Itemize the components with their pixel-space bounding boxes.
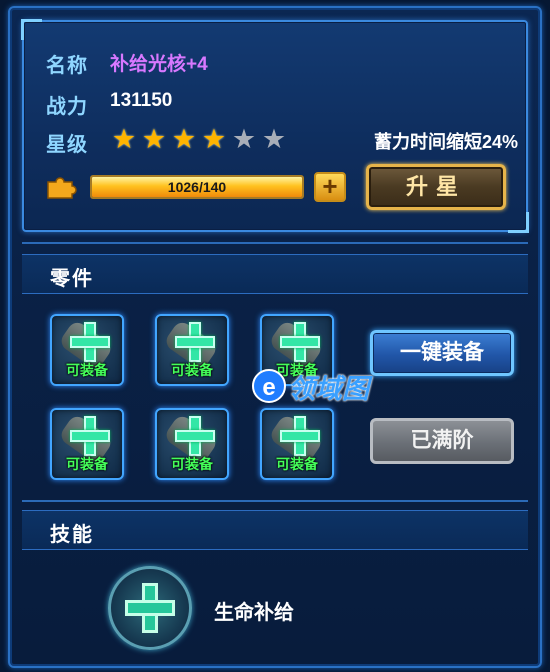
part-slot-label: 可装备	[171, 362, 213, 378]
power-value: 131150	[110, 90, 173, 111]
part-slot-4[interactable]: 可装备	[50, 408, 124, 480]
star-filled-icon: ★	[201, 124, 227, 154]
part-slot-label: 可装备	[171, 456, 213, 472]
star-progress-bar: 1026/140	[90, 175, 304, 199]
plus-icon	[280, 322, 320, 362]
watermark-text: 领域图	[288, 373, 369, 404]
item-name: 补给光核+4	[110, 54, 208, 75]
part-slot-2[interactable]: 可装备	[155, 314, 229, 386]
parts-title: 零件	[50, 268, 94, 290]
part-slot-label: 可装备	[66, 362, 108, 378]
plus-icon	[70, 322, 110, 362]
plus-icon	[175, 416, 215, 456]
skills-title: 技能	[50, 524, 94, 546]
star-empty-icon: ★	[261, 124, 287, 154]
watermark-e-icon: e	[252, 369, 286, 403]
life-supply-skill-icon[interactable]	[108, 566, 192, 650]
plus-icon	[175, 322, 215, 362]
part-slot-label: 可装备	[276, 456, 318, 472]
star-empty-icon: ★	[231, 124, 257, 154]
plus-icon	[70, 416, 110, 456]
name-label: 名称	[46, 55, 88, 77]
part-slot-1[interactable]: 可装备	[50, 314, 124, 386]
power-label: 战力	[46, 96, 88, 118]
progress-text: 1026/140	[167, 179, 227, 195]
skills-section-header: 技能	[22, 510, 528, 550]
section-divider	[22, 500, 528, 502]
upgrade-star-button[interactable]: 升星	[366, 164, 506, 210]
charge-bonus-text: 蓄力时间缩短24%	[373, 132, 518, 152]
star-level-label: 星级	[46, 134, 88, 156]
part-slot-label: 可装备	[66, 456, 108, 472]
star-rating: ★ ★ ★ ★ ★ ★	[110, 124, 288, 154]
skill-name: 生命补给	[214, 602, 294, 624]
plus-icon	[280, 416, 320, 456]
star-filled-icon: ★	[141, 124, 167, 154]
add-fragments-button[interactable]: +	[314, 172, 346, 202]
parts-section-header: 零件	[22, 254, 528, 294]
star-filled-icon: ★	[111, 124, 137, 154]
watermark-logo: e 领域图	[252, 366, 369, 406]
max-rank-button[interactable]: 已满阶	[370, 418, 514, 464]
part-slot-6[interactable]: 可装备	[260, 408, 334, 480]
star-filled-icon: ★	[171, 124, 197, 154]
section-divider	[22, 242, 528, 244]
equip-all-button[interactable]: 一键装备	[370, 330, 514, 376]
puzzle-piece-icon	[47, 177, 77, 199]
medical-cross-icon	[125, 583, 175, 633]
part-slot-5[interactable]: 可装备	[155, 408, 229, 480]
